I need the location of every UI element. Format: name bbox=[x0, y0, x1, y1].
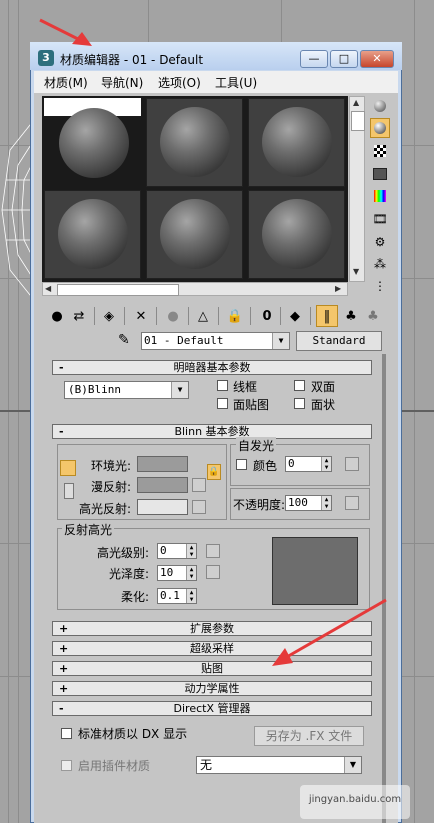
annotation-arrowhead bbox=[272, 648, 293, 666]
watermark: jingyan.baidu.com bbox=[300, 785, 410, 819]
watermark-text: jingyan.baidu.com bbox=[308, 794, 402, 805]
annotation-arrows bbox=[39, 18, 387, 666]
annotation-arrow bbox=[284, 598, 387, 660]
annotation-arrow bbox=[39, 18, 81, 42]
